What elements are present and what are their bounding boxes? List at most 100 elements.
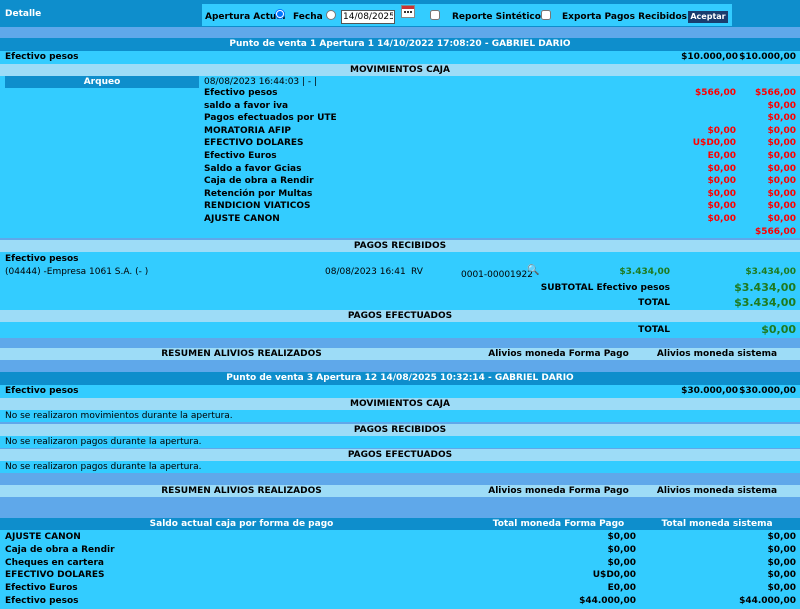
pv1-efectivo-row: Efectivo pesos $10.000,00 $10.000,00 bbox=[0, 51, 800, 64]
date-input[interactable] bbox=[341, 10, 395, 24]
arqueo-label: Arqueo bbox=[5, 76, 199, 88]
arqueo-date: 08/08/2023 16:44:03 | - | bbox=[204, 77, 318, 87]
mov-label: MORATORIA AFIP bbox=[204, 125, 292, 136]
mov-value-sistema: $0,00 bbox=[767, 138, 796, 149]
pv3-resumen-title: RESUMEN ALIVIOS REALIZADOS bbox=[161, 486, 322, 496]
pv3-movimientos-header: MOVIMIENTOS CAJA bbox=[0, 398, 800, 410]
pv1-pagos-recibidos-header: PAGOS RECIBIDOS bbox=[0, 240, 800, 252]
pr-tipo: RV bbox=[411, 267, 423, 277]
mov-value-sistema: $0,00 bbox=[767, 214, 796, 224]
saldo-row-label: EFECTIVO DOLARES bbox=[5, 570, 105, 581]
total-value: $3.434,00 bbox=[734, 296, 796, 309]
saldo-row-forma-pago: E0,00 bbox=[607, 583, 636, 594]
magnifier-icon[interactable]: 🔍 bbox=[527, 265, 539, 276]
pv3-pagos-recibidos-header: PAGOS RECIBIDOS bbox=[0, 424, 800, 436]
detalle-title: Detalle bbox=[5, 9, 42, 19]
saldo-row-sistema: $44.000,00 bbox=[739, 596, 796, 606]
pe-total-label: TOTAL bbox=[638, 325, 670, 335]
apertura-actual-label: Apertura Actual bbox=[205, 12, 286, 22]
pv1-movimientos-header: MOVIMIENTOS CAJA bbox=[0, 64, 800, 76]
exporta-pagos-checkbox[interactable] bbox=[541, 10, 551, 20]
saldo-row-forma-pago: $0,00 bbox=[607, 557, 636, 568]
pv3-no-movs: No se realizaron movimientos durante la … bbox=[0, 410, 800, 422]
saldo-col2: Total moneda Forma Pago bbox=[492, 519, 625, 529]
saldo-row-sistema: $0,00 bbox=[767, 570, 796, 581]
pv3-no-movs-text: No se realizaron movimientos durante la … bbox=[5, 411, 233, 421]
mov-value: $0,00 bbox=[707, 201, 736, 212]
mov-value-sistema: $0,00 bbox=[767, 151, 796, 161]
mov-label: Efectivo pesos bbox=[204, 88, 278, 98]
saldo-row-forma-pago: U$D0,00 bbox=[592, 570, 636, 581]
reporte-sintetico-checkbox[interactable] bbox=[430, 10, 440, 20]
mov-value: $0,00 bbox=[707, 163, 736, 174]
mov-value-sistema: $0,00 bbox=[767, 163, 796, 174]
mov-value: $0,00 bbox=[707, 125, 736, 136]
pr-efectivo-label: Efectivo pesos bbox=[5, 254, 79, 264]
saldo-col3: Total moneda sistema bbox=[661, 519, 773, 529]
saldo-row-label: Efectivo Euros bbox=[5, 583, 78, 594]
fecha-label: Fecha bbox=[293, 12, 323, 22]
mov-value: U$D0,00 bbox=[692, 138, 736, 149]
saldo-row-forma-pago: $44.000,00 bbox=[579, 596, 636, 606]
pr-monto: $3.434,00 bbox=[619, 267, 670, 277]
pr-cliente: (04444) -Empresa 1061 S.A. (- ) bbox=[5, 267, 149, 277]
mov-value-sistema: $0,00 bbox=[767, 125, 796, 136]
mov-label: Efectivo Euros bbox=[204, 151, 277, 161]
saldo-row-label: Cheques en cartera bbox=[5, 557, 104, 568]
pv1-efectivo-label: Efectivo pesos bbox=[5, 52, 79, 62]
pv3-resumen-row: RESUMEN ALIVIOS REALIZADOS Alivios moned… bbox=[0, 485, 800, 497]
pv1-pagos-efectuados-block: TOTAL $0,00 bbox=[0, 322, 800, 338]
pv1-resumen-col3: Alivios moneda sistema bbox=[656, 349, 778, 359]
saldo-row-sistema: $0,00 bbox=[767, 532, 796, 542]
pv3-efectivo-label: Efectivo pesos bbox=[5, 386, 79, 396]
saldo-row-label: Caja de obra a Rendir bbox=[5, 544, 115, 555]
mov-value: $0,00 bbox=[707, 214, 736, 224]
saldo-row-forma-pago: $0,00 bbox=[607, 532, 636, 542]
mov-label: saldo a favor iva bbox=[204, 100, 289, 111]
pv3-efectivo-v2: $30.000,00 bbox=[739, 386, 796, 396]
exporta-pagos-label: Exporta Pagos Recibidos bbox=[562, 12, 688, 22]
total-label: TOTAL bbox=[638, 298, 670, 308]
pv3-no-pagos-ef-text: No se realizaron pagos durante la apertu… bbox=[5, 462, 202, 472]
pr-comprobante: 0001-00001922 bbox=[461, 270, 533, 280]
saldo-row-forma-pago: $0,00 bbox=[607, 544, 636, 555]
mov-value: $566,00 bbox=[695, 88, 736, 98]
mov-value: $0,00 bbox=[707, 188, 736, 199]
pv1-efectivo-v2: $10.000,00 bbox=[739, 52, 796, 62]
saldo-row-sistema: $0,00 bbox=[767, 544, 796, 555]
pv3-resumen-col3: Alivios moneda sistema bbox=[656, 486, 778, 496]
mov-value-sistema: $0,00 bbox=[767, 176, 796, 187]
saldo-header: Saldo actual caja por forma de pago Tota… bbox=[0, 518, 800, 530]
mov-label: RENDICION VIATICOS bbox=[204, 201, 311, 212]
calendar-icon[interactable] bbox=[401, 5, 415, 18]
aceptar-button[interactable]: Aceptar bbox=[688, 11, 728, 23]
mov-value: $0,00 bbox=[707, 176, 736, 187]
saldo-row-label: AJUSTE CANON bbox=[5, 532, 81, 542]
pr-fecha: 08/08/2023 16:41 bbox=[325, 267, 406, 277]
pr-monto2: $3.434,00 bbox=[745, 267, 796, 277]
pv3-efectivo-v1: $30.000,00 bbox=[681, 386, 738, 396]
subtotal-label: SUBTOTAL Efectivo pesos bbox=[540, 283, 670, 293]
saldo-col1: Saldo actual caja por forma de pago bbox=[149, 519, 334, 529]
pv1-pagos-efectuados-header: PAGOS EFECTUADOS bbox=[0, 310, 800, 322]
apertura-actual-radio[interactable] bbox=[275, 9, 285, 19]
pv3-no-pagos-ef: No se realizaron pagos durante la apertu… bbox=[0, 461, 800, 473]
mov-label: AJUSTE CANON bbox=[204, 214, 280, 224]
saldo-row-sistema: $0,00 bbox=[767, 557, 796, 568]
pv1-movs-block: Arqueo 08/08/2023 16:44:03 | - | Efectiv… bbox=[0, 76, 800, 238]
pv1-resumen-col2: Alivios moneda Forma Pago bbox=[488, 349, 629, 359]
pe-total-value: $0,00 bbox=[761, 323, 796, 336]
mov-value: E0,00 bbox=[707, 151, 736, 161]
mov-value-sistema: $0,00 bbox=[767, 100, 796, 111]
pv3-resumen-col2: Alivios moneda Forma Pago bbox=[488, 486, 629, 496]
pv3-no-pagos-rec: No se realizaron pagos durante la apertu… bbox=[0, 436, 800, 448]
pv1-header: Punto de venta 1 Apertura 1 14/10/2022 1… bbox=[0, 38, 800, 51]
mov-value-sistema: $0,00 bbox=[767, 201, 796, 212]
movs-total: $566,00 bbox=[755, 227, 796, 237]
pv1-resumen-title: RESUMEN ALIVIOS REALIZADOS bbox=[161, 349, 322, 359]
pv3-efectivo-row: Efectivo pesos $30.000,00 $30.000,00 bbox=[0, 385, 800, 398]
mov-label: EFECTIVO DOLARES bbox=[204, 138, 304, 149]
fecha-radio[interactable] bbox=[326, 10, 336, 20]
pv1-resumen-row: RESUMEN ALIVIOS REALIZADOS Alivios moned… bbox=[0, 348, 800, 360]
mov-value-sistema: $0,00 bbox=[767, 113, 796, 124]
